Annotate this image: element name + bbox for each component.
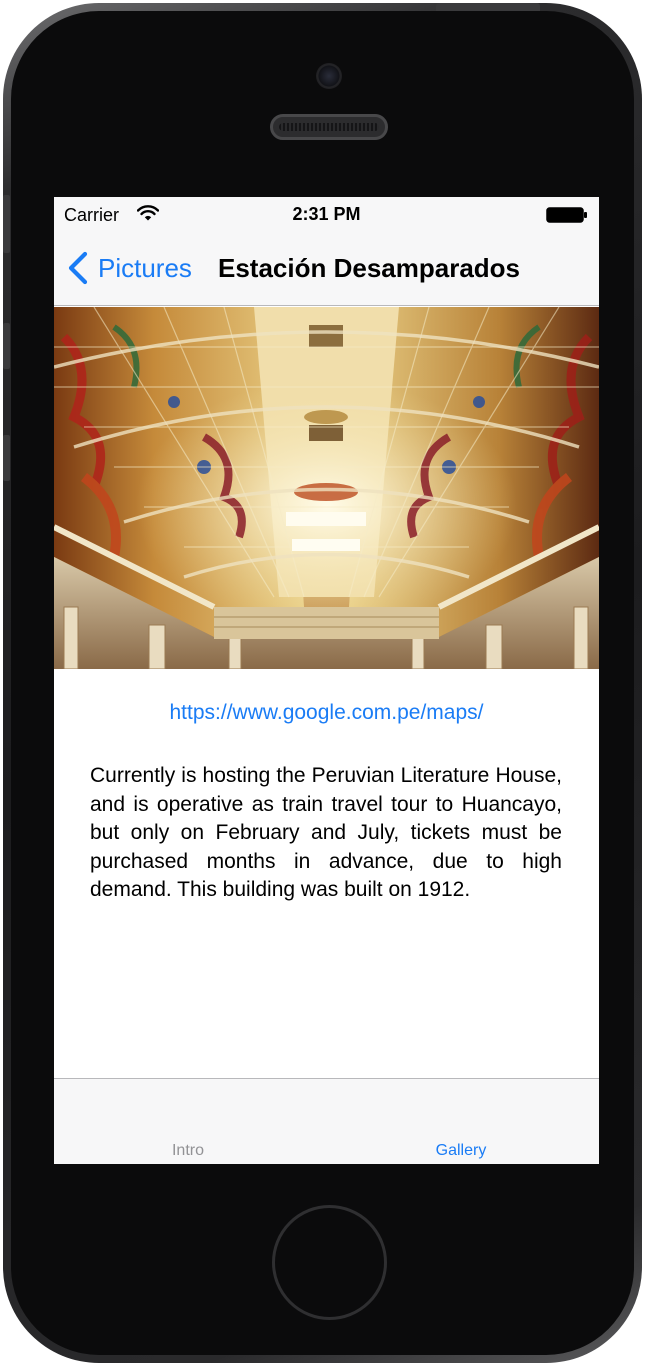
volume-down-button [3, 435, 10, 481]
page-title: Estación Desamparados [218, 253, 521, 283]
power-button [436, 3, 540, 11]
status-bar: Carrier 2:31 PM [54, 197, 599, 233]
front-camera [316, 63, 342, 89]
earpiece-speaker [270, 114, 388, 140]
chevron-left-icon [68, 251, 88, 285]
mute-switch [3, 195, 10, 253]
description-text: Currently is hosting the Peruvian Litera… [90, 764, 562, 901]
status-time: 2:31 PM [292, 204, 361, 224]
home-button[interactable] [272, 1205, 387, 1320]
app-screen: Carrier 2:31 PM Pictures Estación Desamp… [54, 197, 599, 1164]
back-button-label: Pictures [98, 252, 192, 283]
back-button[interactable]: Pictures [66, 249, 192, 287]
tab-intro[interactable]: Intro [128, 1142, 248, 1160]
stained-glass-ceiling-image [54, 307, 599, 669]
maps-link[interactable]: https://www.google.com.pe/maps/ [54, 701, 599, 725]
tab-gallery[interactable]: Gallery [401, 1142, 521, 1160]
station-photo [54, 307, 599, 669]
battery-icon [546, 207, 587, 223]
tab-bar: Intro Gallery [54, 1078, 599, 1164]
navigation-bar: Pictures Estación Desamparados [54, 233, 599, 306]
volume-up-button [3, 323, 10, 369]
